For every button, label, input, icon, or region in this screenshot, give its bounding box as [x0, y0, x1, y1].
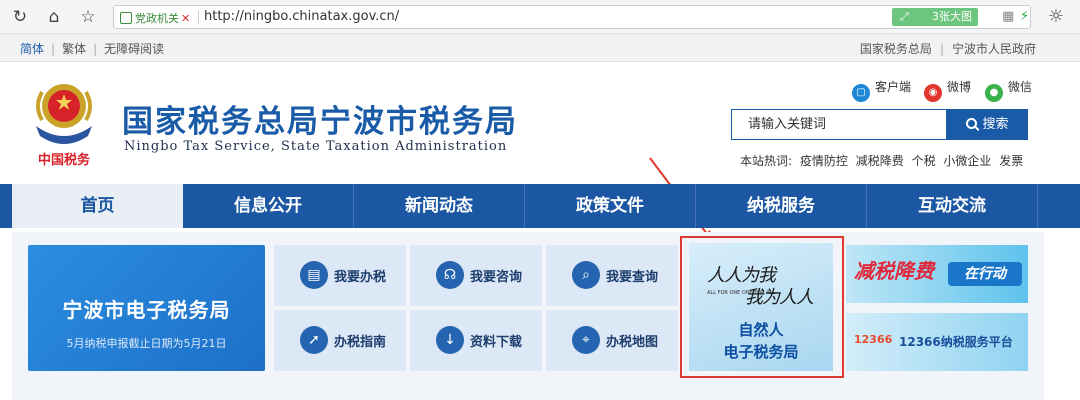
tile-guide[interactable]: ➚ 办税指南: [274, 310, 406, 371]
banner-title: 宁波市电子税务局: [62, 298, 231, 322]
site-subtitle: Ningbo Tax Service, State Taxation Admin…: [124, 139, 508, 154]
hotline-12366-banner[interactable]: 12366 12366纳税服务平台: [846, 313, 1028, 371]
image-preview-label: 3张大图: [932, 10, 972, 23]
tile-label: 资料下载: [470, 335, 523, 350]
hot-word-link[interactable]: 发票: [999, 154, 1023, 168]
nav-tax-service[interactable]: 纳税服务: [696, 184, 867, 228]
tax-cut-promo-banner[interactable]: 减税降费 在行动: [846, 245, 1028, 303]
client-label: 客户端: [875, 80, 912, 94]
hot-word-link[interactable]: 个税: [912, 154, 936, 168]
image-preview-button[interactable]: ⤢ 3张大图: [892, 8, 978, 26]
e-tax-bureau-banner[interactable]: 宁波市电子税务局 5月纳税申报截止日期为5月21日: [28, 245, 265, 371]
search-button[interactable]: 搜索: [947, 109, 1028, 140]
hotline-logo: 12366: [854, 333, 893, 346]
browser-toolbar: ↻ ⌂ ☆ 党政机关 ✕ http://ningbo.chinatax.gov.c…: [0, 0, 1080, 34]
search-button-label: 搜索: [982, 117, 1009, 132]
search-input[interactable]: [732, 110, 946, 139]
tax-emblem-logo[interactable]: 中国税务: [26, 76, 102, 172]
nav-news[interactable]: 新闻动态: [354, 184, 525, 228]
divider: |: [939, 42, 944, 56]
tile-consult[interactable]: ☊ 我要咨询: [410, 245, 542, 306]
mobile-client-icon: ▢: [852, 84, 870, 102]
hot-word-link[interactable]: 减税降费: [856, 154, 904, 168]
grid-icon[interactable]: ▦: [1002, 9, 1014, 24]
tax-handle-icon: ▤: [300, 261, 328, 289]
weibo-icon: ◉: [924, 84, 942, 102]
emblem-caption: 中国税务: [38, 152, 91, 168]
wechat-label: 微信: [1008, 80, 1033, 94]
compass-icon: ➚: [300, 326, 328, 354]
reload-icon[interactable]: ↻: [8, 5, 32, 29]
accessible-reading-link[interactable]: 无障碍阅读: [104, 42, 164, 56]
highlight-box: [680, 236, 844, 378]
tile-label: 我要咨询: [470, 270, 523, 285]
lang-traditional-link[interactable]: 繁体: [62, 42, 86, 56]
secure-badge[interactable]: 党政机关 ✕: [120, 10, 190, 26]
tile-map[interactable]: ⌖ 办税地图: [546, 310, 678, 371]
main-navigation: 首页 信息公开 新闻动态 政策文件 纳税服务 互动交流: [0, 184, 1080, 228]
divider: |: [51, 42, 56, 56]
tile-query[interactable]: ⌕ 我要查询: [546, 245, 678, 306]
banner-subtitle: 5月纳税申报截止日期为5月21日: [66, 337, 227, 350]
hotline-text: 12366纳税服务平台: [899, 335, 1013, 349]
promo-title: 减税降费: [854, 259, 934, 283]
star-icon[interactable]: ☆: [76, 5, 100, 29]
lightning-icon[interactable]: ⚡: [1020, 9, 1029, 24]
tile-download[interactable]: ↓ 资料下载: [410, 310, 542, 371]
brightness-icon[interactable]: ☼: [1044, 5, 1068, 29]
address-bar[interactable]: 党政机关 ✕ http://ningbo.chinatax.gov.cn/ ⤢ 3张…: [113, 5, 1031, 29]
nav-interaction[interactable]: 互动交流: [867, 184, 1038, 228]
address-divider: [198, 10, 199, 24]
sat-link[interactable]: 国家税务总局: [860, 42, 932, 56]
weibo-link[interactable]: ◉ 微博: [924, 78, 971, 102]
search-doc-icon: ⌕: [572, 261, 600, 289]
hot-word-link[interactable]: 小微企业: [943, 154, 991, 168]
secure-label: 党政机关: [135, 12, 179, 25]
hot-words-label: 本站热词:: [740, 154, 793, 168]
divider: |: [93, 42, 98, 56]
gov-badge-icon: [120, 12, 132, 24]
tile-label: 办税指南: [334, 335, 387, 350]
search-field[interactable]: [731, 109, 947, 140]
block-icon: ✕: [181, 12, 191, 25]
wechat-link[interactable]: ● 微信: [985, 78, 1032, 102]
nav-home[interactable]: 首页: [12, 184, 183, 228]
promo-badge: 在行动: [948, 262, 1022, 286]
tile-handle-tax[interactable]: ▤ 我要办税: [274, 245, 406, 306]
search-icon: [966, 118, 978, 129]
ningbo-gov-link[interactable]: 宁波市人民政府: [952, 42, 1036, 56]
client-link[interactable]: ▢ 客户端: [852, 78, 911, 102]
site-title: 国家税务总局宁波市税务局: [122, 104, 518, 140]
expand-icon: ⤢: [900, 10, 909, 23]
lang-simplified-link[interactable]: 简体: [20, 42, 44, 56]
tile-label: 办税地图: [606, 335, 659, 350]
nav-info-disclosure[interactable]: 信息公开: [183, 184, 354, 228]
weibo-label: 微博: [947, 80, 972, 94]
utility-bar: 简体 | 繁体 | 无障碍阅读 国家税务总局 | 宁波市人民政府: [0, 34, 1080, 62]
headset-icon: ☊: [436, 261, 464, 289]
wechat-icon: ●: [985, 84, 1003, 102]
map-pin-icon: ⌖: [572, 326, 600, 354]
download-icon: ↓: [436, 326, 464, 354]
nav-policy[interactable]: 政策文件: [525, 184, 696, 228]
url-text[interactable]: http://ningbo.chinatax.gov.cn/: [204, 9, 399, 24]
tile-label: 我要查询: [606, 270, 659, 285]
hot-words: 本站热词: 疫情防控 减税降费 个税 小微企业 发票: [740, 152, 1023, 169]
tile-label: 我要办税: [334, 270, 387, 285]
home-icon[interactable]: ⌂: [42, 5, 66, 29]
hot-word-link[interactable]: 疫情防控: [800, 154, 848, 168]
